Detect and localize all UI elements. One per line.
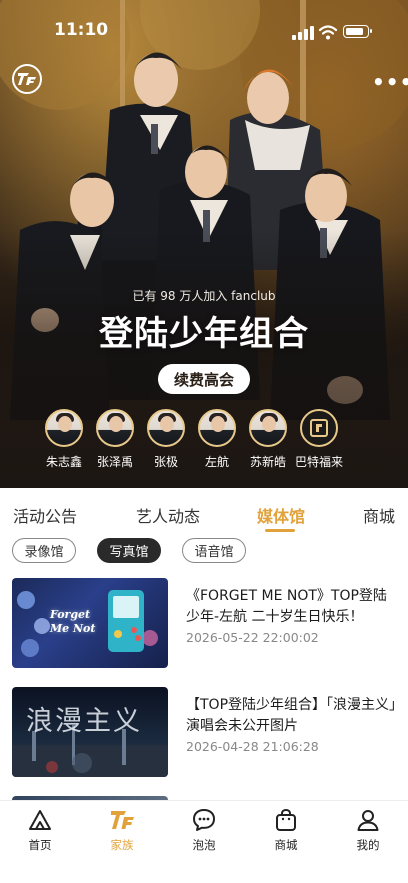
post-date: 2026-05-22 22:00:02 bbox=[186, 630, 319, 645]
group-name-title: 登陆少年组合 bbox=[99, 314, 309, 354]
status-time: 11:10 bbox=[54, 20, 109, 40]
list-item[interactable]: Forget Me Not 《FORGET ME NOT》TOP登陆少年-左航 … bbox=[12, 578, 396, 670]
chip-video-hall[interactable]: 录像馆 bbox=[12, 538, 76, 563]
chip-photo-hall[interactable]: 写真馆 bbox=[97, 538, 161, 563]
thumbnail-caption: 浪漫主义 bbox=[26, 706, 142, 737]
member-list: 朱志鑫 张泽禹 张极 左航 苏新皓 巴特福来 bbox=[44, 409, 364, 479]
tf-logo-icon bbox=[111, 811, 134, 829]
wifi-icon bbox=[318, 25, 338, 40]
member-avatar bbox=[96, 409, 134, 447]
tab-media-hall[interactable]: 媒体馆 bbox=[257, 503, 305, 527]
post-thumbnail: Forget Me Not bbox=[12, 578, 168, 668]
chip-audio-hall[interactable]: 语音馆 bbox=[182, 538, 246, 563]
signal-icon bbox=[292, 26, 314, 40]
bottom-navigation: 首页 家族 泡泡 商城 我的 bbox=[0, 800, 408, 883]
shopping-bag-icon bbox=[276, 808, 296, 831]
butterfly-logo-icon bbox=[300, 409, 338, 447]
profile-icon bbox=[357, 810, 379, 831]
tf-logo-badge-icon[interactable] bbox=[12, 64, 42, 94]
tab-shop[interactable]: 商城 bbox=[363, 503, 395, 527]
joined-count-text: 已有 98 万人加入 fanclub bbox=[132, 289, 276, 303]
nav-family[interactable]: 家族 bbox=[92, 807, 152, 853]
post-title: 《FORGET ME NOT》TOP登陆少年-左航 二十岁生日快乐！ bbox=[186, 588, 387, 625]
renew-membership-button[interactable]: 续费高会 bbox=[158, 364, 250, 394]
section-tabs: 活动公告 艺人动态 媒体馆 商城 bbox=[0, 488, 408, 532]
member-item[interactable]: 巴特福来 bbox=[289, 409, 349, 470]
chat-bubble-icon bbox=[193, 809, 215, 831]
more-menu-button[interactable]: ••• bbox=[372, 70, 408, 94]
status-bar: 11:10 bbox=[0, 0, 408, 60]
post-title: 【TOP登陆少年组合】「浪漫主义」演唱会未公开图片 bbox=[186, 697, 397, 734]
nav-me[interactable]: 我的 bbox=[338, 807, 398, 853]
member-avatar bbox=[198, 409, 236, 447]
nav-shop[interactable]: 商城 bbox=[256, 807, 316, 853]
hero-banner: 11:10 ••• 已有 98 万人加入 fanclub 登陆少年组合 续费高会… bbox=[0, 0, 408, 488]
post-date: 2026-04-28 21:06:28 bbox=[186, 739, 319, 754]
nav-bubble[interactable]: 泡泡 bbox=[174, 807, 234, 853]
thumbnail-caption: Forget Me Not bbox=[50, 608, 96, 635]
nav-family-label: 家族 bbox=[110, 838, 134, 852]
active-tab-indicator bbox=[265, 529, 295, 532]
member-avatar bbox=[45, 409, 83, 447]
post-thumbnail: 浪漫主义 bbox=[12, 687, 168, 777]
tab-artist-news[interactable]: 艺人动态 bbox=[136, 503, 200, 527]
nav-shop-label: 商城 bbox=[274, 838, 298, 852]
nav-home-label: 首页 bbox=[28, 838, 52, 852]
member-name: 巴特福来 bbox=[294, 455, 343, 469]
battery-icon bbox=[343, 25, 372, 38]
list-item[interactable]: 浪漫主义 【TOP登陆少年组合】「浪漫主义」演唱会未公开图片 2026-04-2… bbox=[12, 687, 396, 779]
nav-home[interactable]: 首页 bbox=[10, 807, 70, 853]
member-avatar bbox=[249, 409, 287, 447]
tab-announcements[interactable]: 活动公告 bbox=[13, 503, 77, 527]
nav-bubble-label: 泡泡 bbox=[192, 838, 216, 852]
media-filter-chips: 录像馆 写真馆 语音馆 bbox=[0, 538, 408, 566]
member-avatar bbox=[147, 409, 185, 447]
home-mountain-icon bbox=[29, 810, 51, 830]
nav-me-label: 我的 bbox=[356, 838, 380, 852]
